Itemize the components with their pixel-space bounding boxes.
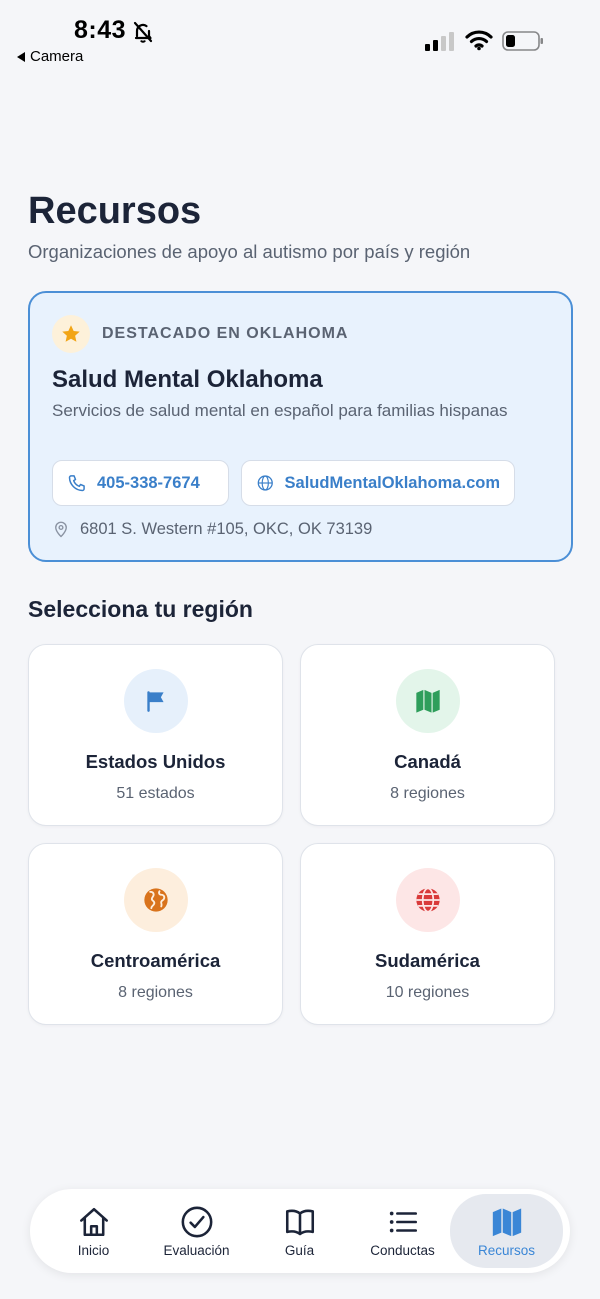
tab-recursos[interactable]: Recursos <box>450 1194 563 1268</box>
tab-label: Conductas <box>370 1242 435 1258</box>
status-time: 8:43 <box>74 16 127 44</box>
region-name: Canadá <box>394 751 461 772</box>
map-icon <box>416 689 440 713</box>
tab-label: Recursos <box>477 1242 536 1258</box>
region-name: Estados Unidos <box>85 751 226 772</box>
tab-label: Evaluación <box>163 1242 230 1258</box>
call-phone-button[interactable]: 405-338-7674 <box>52 460 229 506</box>
region-section-title: Selecciona tu región <box>28 596 253 622</box>
phone-icon <box>68 475 85 492</box>
back-triangle-icon <box>17 51 25 62</box>
wifi-icon <box>465 30 493 51</box>
region-count: 51 estados <box>116 785 195 802</box>
region-count: 8 regiones <box>390 785 465 802</box>
region-count: 10 regiones <box>385 984 470 1001</box>
website-url: SaludMentalOklahoma.com <box>284 473 500 492</box>
featured-address: 6801 S. Western #105, OKC, OK 73139 <box>52 519 372 539</box>
globe-americas-icon <box>144 888 168 912</box>
region-count: 8 regiones <box>118 984 193 1001</box>
featured-star-badge <box>52 315 90 353</box>
status-bar: 8:43 Camera <box>0 0 600 70</box>
featured-label: DESTACADO EN OKLAHOMA <box>102 325 349 342</box>
featured-resource-card: DESTACADO EN OKLAHOMA Salud Mental Oklah… <box>28 291 573 562</box>
region-name: Sudamérica <box>375 950 480 971</box>
address-text: 6801 S. Western #105, OKC, OK 73139 <box>80 519 373 538</box>
region-icon-badge <box>124 669 188 733</box>
region-card-canada[interactable]: Canadá 8 regiones <box>300 644 555 826</box>
featured-org-name: Salud Mental Oklahoma <box>52 366 323 393</box>
tab-label: Inicio <box>77 1242 110 1258</box>
tab-conductas[interactable]: Conductas <box>351 1189 454 1273</box>
star-icon <box>62 325 80 342</box>
region-card-centroamerica[interactable]: Centroamérica 8 regiones <box>28 843 283 1025</box>
book-icon <box>285 1209 314 1235</box>
cellular-signal-icon <box>425 31 454 51</box>
list-icon <box>389 1211 417 1232</box>
flag-icon <box>147 691 164 712</box>
region-name: Centroamérica <box>90 950 221 971</box>
tab-inicio[interactable]: Inicio <box>42 1189 145 1273</box>
region-card-sudamerica[interactable]: Sudamérica 10 regiones <box>300 843 555 1025</box>
phone-number: 405-338-7674 <box>97 473 200 492</box>
map-icon <box>492 1208 521 1236</box>
page-subtitle: Organizaciones de apoyo al autismo por p… <box>28 241 471 262</box>
region-card-estados-unidos[interactable]: Estados Unidos 51 estados <box>28 644 283 826</box>
bottom-tab-bar: Inicio Evaluación Guía Conductas Recurso… <box>30 1189 570 1273</box>
bell-off-icon <box>133 21 153 43</box>
tab-guia[interactable]: Guía <box>248 1189 351 1273</box>
tab-evaluacion[interactable]: Evaluación <box>145 1189 248 1273</box>
home-icon <box>79 1207 108 1236</box>
back-label: Camera <box>30 48 84 65</box>
check-circle-icon <box>181 1206 212 1237</box>
location-pin-icon <box>55 521 67 538</box>
back-to-camera-link[interactable]: Camera <box>17 48 83 65</box>
website-link-button[interactable]: SaludMentalOklahoma.com <box>241 460 515 506</box>
featured-description: Servicios de salud mental en español par… <box>52 401 508 420</box>
region-icon-badge <box>396 669 460 733</box>
battery-icon <box>502 31 543 51</box>
globe-grid-icon <box>416 887 440 913</box>
region-icon-badge <box>124 868 188 932</box>
region-icon-badge <box>396 868 460 932</box>
page-title: Recursos <box>28 190 202 232</box>
tab-label: Guía <box>284 1242 315 1258</box>
globe-icon <box>257 475 273 491</box>
